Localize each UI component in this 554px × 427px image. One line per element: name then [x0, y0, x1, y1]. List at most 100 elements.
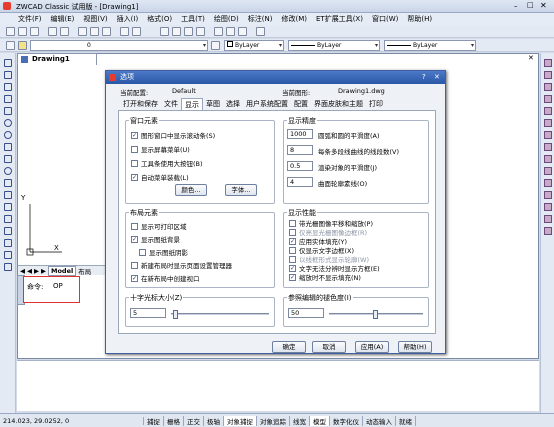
explode-icon[interactable]	[544, 227, 552, 235]
help-icon[interactable]	[256, 27, 265, 36]
help-button[interactable]: 帮助(H)	[398, 341, 432, 353]
scale-icon[interactable]	[544, 143, 552, 151]
linetype-combo[interactable]: ByLayer	[288, 40, 380, 51]
page-setup-manager-checkbox[interactable]: 新建布局时显示页面设置管理器	[131, 260, 232, 270]
mtext-icon[interactable]	[4, 263, 12, 271]
tool-palette-icon[interactable]	[238, 27, 247, 36]
paper-background-checkbox[interactable]: ✓ 显示图纸背景	[131, 234, 180, 244]
print-icon[interactable]	[48, 27, 57, 36]
colors-button[interactable]: 颜色...	[175, 184, 207, 196]
menu-draw[interactable]: 绘图(D)	[214, 14, 239, 24]
point-icon[interactable]	[4, 215, 12, 223]
crosshair-size-input[interactable]: 5	[130, 308, 166, 318]
drawing-close-button[interactable]: ✕	[528, 54, 534, 62]
menu-et-tools[interactable]: ET扩展工具(X)	[316, 14, 363, 24]
slider-thumb[interactable]	[373, 310, 378, 319]
cancel-button[interactable]: 取消	[312, 341, 346, 353]
close-button[interactable]: ✕	[540, 1, 547, 10]
tab-selection[interactable]: 选择	[223, 98, 243, 110]
circle-icon[interactable]	[4, 131, 12, 139]
construction-line-icon[interactable]	[4, 71, 12, 79]
table-icon[interactable]	[4, 251, 12, 259]
tab-drafting[interactable]: 草图	[203, 98, 223, 110]
screen-menu-checkbox[interactable]: 显示屏幕菜单(U)	[131, 144, 190, 154]
zoom-window-icon[interactable]	[184, 27, 193, 36]
copy-icon[interactable]	[90, 27, 99, 36]
menu-window[interactable]: 窗口(W)	[372, 14, 398, 24]
apply-button[interactable]: 应用(A)	[355, 341, 389, 353]
save-icon[interactable]	[30, 27, 39, 36]
move-icon[interactable]	[544, 119, 552, 127]
snap-toggle[interactable]: 捕捉	[144, 415, 164, 426]
undo-icon[interactable]	[120, 27, 129, 36]
menu-modify[interactable]: 修改(M)	[281, 14, 307, 24]
tab-skin-theme[interactable]: 界面皮肤和主题	[311, 98, 366, 110]
tab-model[interactable]: Model	[48, 265, 77, 276]
tab-last-icon[interactable]: ▶	[41, 267, 46, 275]
region-icon[interactable]	[4, 239, 12, 247]
tab-files[interactable]: 文件	[161, 98, 181, 110]
lineweight-toggle[interactable]: 线宽	[290, 415, 310, 426]
show-scrollbars-checkbox[interactable]: ✓ 图形窗口中显示滚动条(S)	[131, 130, 215, 140]
arc-smoothness-input[interactable]: 1000	[287, 129, 313, 139]
fillet-icon[interactable]	[544, 215, 552, 223]
new-icon[interactable]	[6, 27, 15, 36]
revcloud-icon[interactable]	[4, 143, 12, 151]
rotate-icon[interactable]	[544, 131, 552, 139]
otrack-toggle[interactable]: 对象追踪	[257, 415, 290, 426]
mirror-icon[interactable]	[544, 83, 552, 91]
grid-toggle[interactable]: 栅格	[164, 415, 184, 426]
extend-icon[interactable]	[544, 179, 552, 187]
layer-combo[interactable]: 0	[30, 40, 208, 51]
zoom-no-fill-checkbox[interactable]: ✓ 缩放时不显示填充(N)	[289, 272, 361, 282]
color-combo[interactable]: ByLayer	[224, 40, 284, 51]
cut-icon[interactable]	[78, 27, 87, 36]
menu-dimension[interactable]: 标注(N)	[248, 14, 273, 24]
pan-icon[interactable]	[160, 27, 169, 36]
polyline-segments-input[interactable]: 8	[287, 145, 313, 155]
menu-format[interactable]: 格式(O)	[147, 14, 172, 24]
chamfer-icon[interactable]	[544, 203, 552, 211]
layer-manager-icon[interactable]	[6, 41, 15, 50]
ortho-toggle[interactable]: 正交	[184, 415, 204, 426]
create-viewport-checkbox[interactable]: ✓ 在新布局中创建视口	[131, 273, 200, 283]
document-tab[interactable]: Drawing1	[17, 53, 97, 65]
make-current-icon[interactable]	[211, 41, 220, 50]
menu-tools[interactable]: 工具(T)	[181, 14, 205, 24]
dialog-close-icon[interactable]: ✕	[434, 71, 440, 84]
line-icon[interactable]	[4, 59, 12, 67]
command-history[interactable]	[17, 360, 539, 411]
polyline-icon[interactable]	[4, 83, 12, 91]
copy-object-icon[interactable]	[544, 71, 552, 79]
minimize-button[interactable]: –	[514, 2, 518, 10]
tab-plot[interactable]: 打印	[366, 98, 386, 110]
contour-lines-input[interactable]: 4	[287, 177, 313, 187]
tab-prev-icon[interactable]: ◀	[27, 267, 32, 275]
break-icon[interactable]	[544, 191, 552, 199]
menu-help[interactable]: 帮助(H)	[407, 14, 432, 24]
zoom-previous-icon[interactable]	[196, 27, 205, 36]
tablet-toggle[interactable]: 数字化仪	[330, 415, 363, 426]
dynamic-input-toggle[interactable]: 动态输入	[363, 415, 396, 426]
spline-icon[interactable]	[4, 155, 12, 163]
auto-menu-load-checkbox[interactable]: ✓ 自动菜单装载(L)	[131, 172, 189, 182]
stretch-icon[interactable]	[544, 155, 552, 163]
slider-thumb[interactable]	[173, 310, 178, 319]
tab-first-icon[interactable]: ◀	[20, 267, 25, 275]
crosshair-size-slider[interactable]	[171, 310, 269, 319]
osnap-toggle[interactable]: 对象捕捉	[224, 415, 257, 426]
tab-display[interactable]: 显示	[181, 98, 203, 110]
paste-icon[interactable]	[102, 27, 111, 36]
arc-icon[interactable]	[4, 119, 12, 127]
rectangle-icon[interactable]	[4, 107, 12, 115]
open-icon[interactable]	[18, 27, 27, 36]
zoom-icon[interactable]	[172, 27, 181, 36]
redo-icon[interactable]	[132, 27, 141, 36]
printable-area-checkbox[interactable]: 显示可打印区域	[131, 221, 187, 231]
menu-view[interactable]: 视图(V)	[83, 14, 107, 24]
properties-icon[interactable]	[214, 27, 223, 36]
fonts-button[interactable]: 字体...	[225, 184, 257, 196]
render-smoothness-input[interactable]: 0.5	[287, 161, 313, 171]
ellipse-arc-icon[interactable]	[4, 179, 12, 187]
command-input[interactable]: OP	[53, 282, 63, 290]
